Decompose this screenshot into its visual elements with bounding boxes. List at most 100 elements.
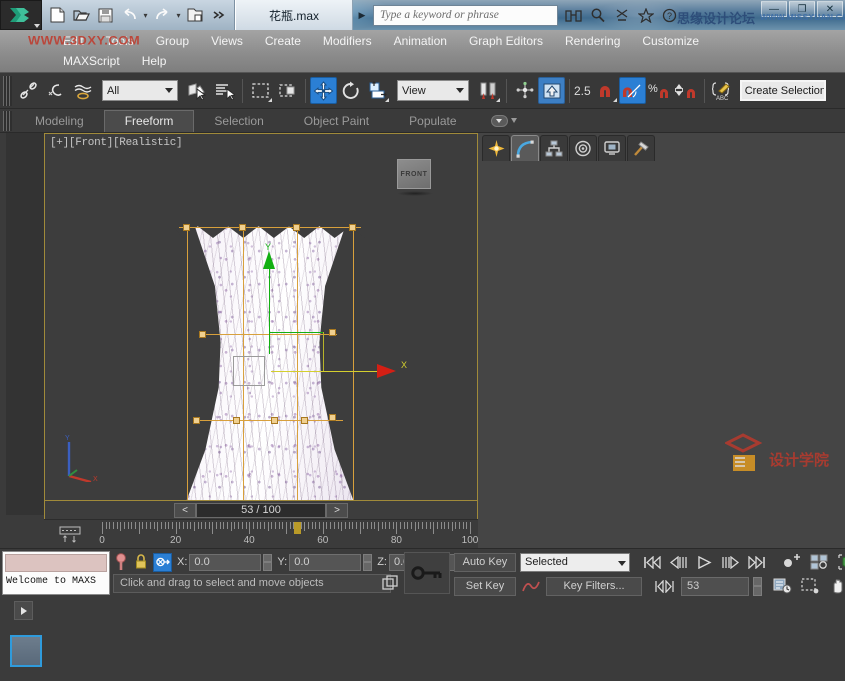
rectangular-selection-region-button[interactable] [247, 77, 274, 104]
menu-item-modifiers[interactable]: Modifiers [312, 31, 383, 51]
go-to-end-button[interactable] [744, 553, 769, 572]
menu-item-views[interactable]: Views [200, 31, 254, 51]
redo-button[interactable] [151, 4, 173, 26]
undo-dropdown[interactable]: ▾ [142, 4, 149, 26]
y-coordinate-input[interactable]: 0.0 [289, 554, 361, 571]
time-slider-prev-button[interactable]: < [174, 503, 196, 518]
undo-button[interactable] [118, 4, 140, 26]
track-bar-ruler[interactable]: 020406080100 [98, 522, 474, 548]
ribbon-tab-modeling[interactable]: Modeling [15, 110, 104, 132]
adaptive-degradation-icon[interactable] [382, 575, 399, 592]
unlink-selection-button[interactable] [42, 77, 69, 104]
absolute-mode-transform-type-in-button[interactable] [153, 553, 172, 572]
next-frame-button[interactable] [718, 553, 743, 572]
lock-icon[interactable] [134, 553, 148, 571]
modify-tab[interactable] [511, 135, 539, 161]
snaps-toggle-button[interactable] [592, 77, 619, 104]
use-selection-center-button[interactable] [511, 77, 538, 104]
star-icon[interactable] [636, 6, 655, 25]
viewcube-face[interactable]: FRONT [397, 159, 431, 189]
viewcube[interactable]: FRONT [397, 159, 439, 197]
maximize-button[interactable]: ❐ [789, 1, 815, 17]
x-coordinate-input[interactable]: 0.0 [189, 554, 261, 571]
binoculars-icon[interactable] [564, 6, 583, 25]
magnifier-icon[interactable] [588, 6, 607, 25]
selection-filter-dropdown[interactable]: All [102, 80, 178, 101]
hierarchy-tab[interactable] [540, 135, 568, 161]
create-tab[interactable] [482, 135, 510, 161]
redo-dropdown[interactable]: ▾ [175, 4, 182, 26]
ribbon-tab-object-paint[interactable]: Object Paint [284, 110, 389, 132]
viewport-label[interactable]: [+][Front][Realistic] [50, 137, 182, 149]
time-slider-readout[interactable]: 53 / 100 [196, 503, 326, 518]
ribbon-grip[interactable] [3, 111, 12, 131]
key-filters-button[interactable]: Key Filters... [546, 577, 642, 596]
select-by-name-button[interactable] [211, 77, 238, 104]
menu-item-tools[interactable]: Tools [95, 31, 145, 51]
time-slider-next-button[interactable]: > [326, 503, 348, 518]
application-menu-button[interactable] [0, 0, 42, 30]
more-commands-button[interactable] [208, 4, 230, 26]
track-bar[interactable]: 020406080100 [44, 519, 478, 548]
select-and-move-button[interactable] [310, 77, 337, 104]
selection-set-dropdown[interactable]: Selected [520, 553, 630, 572]
track-bar-frame-cursor[interactable] [294, 522, 301, 534]
open-file-button[interactable] [70, 4, 92, 26]
menu-item-edit[interactable]: Edit [52, 31, 95, 51]
menu-item-help[interactable]: Help [131, 51, 178, 71]
select-and-place-button[interactable] [538, 77, 565, 104]
new-file-button[interactable] [46, 4, 68, 26]
close-button[interactable]: ✕ [817, 1, 843, 17]
motion-tab[interactable] [569, 135, 597, 161]
menu-item-graph-editors[interactable]: Graph Editors [458, 31, 554, 51]
bind-to-space-warp-button[interactable] [69, 77, 96, 104]
help-icon[interactable]: ? [660, 6, 679, 25]
document-tab[interactable]: 花瓶.max [235, 0, 353, 30]
reference-coordinate-dropdown[interactable]: View [397, 80, 469, 101]
save-file-button[interactable] [94, 4, 116, 26]
key-mode-toggle-button[interactable] [652, 577, 677, 596]
window-crossing-button[interactable] [274, 77, 301, 104]
edit-named-selection-button[interactable]: ABC [709, 77, 736, 104]
percent-snap-toggle-button[interactable]: % [646, 77, 673, 104]
use-pivot-point-center-button[interactable] [475, 77, 502, 104]
angle-snap-toggle-button[interactable] [619, 77, 646, 104]
ribbon-tab-freeform[interactable]: Freeform [104, 110, 195, 132]
current-frame-input[interactable]: 53 [681, 577, 749, 596]
select-and-scale-button[interactable] [364, 77, 391, 104]
previous-frame-button[interactable] [666, 553, 691, 572]
select-and-rotate-button[interactable] [337, 77, 364, 104]
ribbon-options-chevron-icon[interactable] [511, 118, 517, 123]
menu-item-customize[interactable]: Customize [631, 31, 710, 51]
viewport-front[interactable]: [+][Front][Realistic] FRONT [44, 133, 478, 501]
play-animation-button[interactable] [692, 553, 717, 572]
zoom-extents-selected-button[interactable] [835, 552, 845, 572]
zoom-extents-all-button[interactable] [807, 552, 832, 572]
select-and-link-button[interactable] [15, 77, 42, 104]
light-icon[interactable] [612, 6, 631, 25]
expand-panel-button[interactable] [14, 601, 33, 620]
taskbar-item[interactable]: Welcome to MAXS [2, 551, 110, 595]
y-spinner[interactable] [363, 554, 372, 571]
ribbon-tab-populate[interactable]: Populate [389, 110, 476, 132]
document-tab-next[interactable]: ▶ [353, 0, 371, 30]
select-object-button[interactable] [184, 77, 211, 104]
ribbon-tab-selection[interactable]: Selection [194, 110, 283, 132]
key-toggle-button[interactable] [404, 552, 450, 594]
set-key-curve-button[interactable] [520, 577, 542, 596]
time-slider[interactable]: < 53 / 100 > [44, 501, 478, 519]
mini-curve-editor-icon[interactable] [59, 525, 81, 543]
named-selection-set-input[interactable]: Create Selection [740, 80, 826, 101]
spinner-snap-toggle-button[interactable] [673, 77, 700, 104]
display-tab[interactable] [598, 135, 626, 161]
menu-item-rendering[interactable]: Rendering [554, 31, 631, 51]
project-folder-button[interactable] [184, 4, 206, 26]
menu-item-group[interactable]: Group [145, 31, 200, 51]
ribbon-minimize-button[interactable] [491, 115, 508, 127]
gizmo-x-arrow-icon[interactable] [377, 364, 396, 378]
select-region-button[interactable] [798, 576, 823, 596]
auto-key-button[interactable]: Auto Key [454, 553, 516, 572]
utilities-tab[interactable] [627, 135, 655, 161]
set-key-button[interactable]: Set Key [454, 577, 516, 596]
chevron-down-icon[interactable] [34, 24, 40, 28]
